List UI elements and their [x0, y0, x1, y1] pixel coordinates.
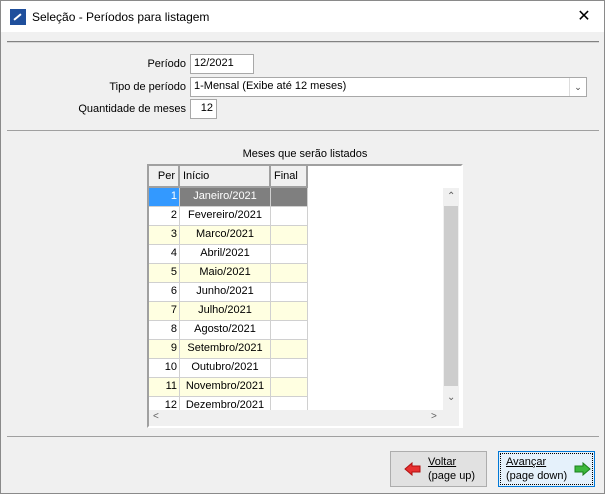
- cell-inicio[interactable]: Setembro/2021: [180, 340, 271, 359]
- cell-per[interactable]: 3: [149, 226, 180, 245]
- table-row[interactable]: 1 Janeiro/2021: [149, 188, 308, 207]
- column-header-final[interactable]: Final: [271, 166, 308, 188]
- cell-per[interactable]: 11: [149, 378, 180, 397]
- cell-inicio[interactable]: Julho/2021: [180, 302, 271, 321]
- vertical-scrollbar[interactable]: ⌃ ⌄: [443, 188, 459, 410]
- tipo-periodo-value: 1-Mensal (Exibe até 12 meses): [194, 80, 347, 92]
- quantidade-label: Quantidade de meses: [78, 103, 186, 115]
- cell-final[interactable]: [271, 359, 308, 378]
- table-row[interactable]: 11 Novembro/2021: [149, 378, 308, 397]
- cell-per[interactable]: 4: [149, 245, 180, 264]
- cell-per[interactable]: 6: [149, 283, 180, 302]
- app-icon: [10, 8, 26, 25]
- column-header-per[interactable]: Per: [149, 166, 180, 188]
- table-row[interactable]: 4 Abril/2021: [149, 245, 308, 264]
- periodo-input[interactable]: 12/2021: [190, 54, 254, 74]
- close-icon[interactable]: ✕: [574, 6, 594, 26]
- cell-per[interactable]: 7: [149, 302, 180, 321]
- voltar-label: Voltar: [428, 456, 457, 468]
- grid-title: Meses que serão listados: [242, 148, 368, 160]
- cell-inicio[interactable]: Marco/2021: [180, 226, 271, 245]
- cell-per[interactable]: 10: [149, 359, 180, 378]
- table-row[interactable]: 6 Junho/2021: [149, 283, 308, 302]
- periodo-label: Período: [147, 58, 186, 70]
- scroll-up-icon[interactable]: ⌃: [447, 191, 455, 202]
- cell-inicio[interactable]: Outubro/2021: [180, 359, 271, 378]
- cell-per[interactable]: 8: [149, 321, 180, 340]
- table-row[interactable]: 3 Marco/2021: [149, 226, 308, 245]
- table-row[interactable]: 10 Outubro/2021: [149, 359, 308, 378]
- title-bar: Seleção - Períodos para listagem ✕: [1, 1, 604, 32]
- table-row[interactable]: 5 Maio/2021: [149, 264, 308, 283]
- voltar-hint: (page up): [428, 470, 476, 482]
- cell-final[interactable]: [271, 302, 308, 321]
- cell-final[interactable]: [271, 188, 308, 207]
- cell-per[interactable]: 5: [149, 264, 180, 283]
- chevron-down-icon[interactable]: ⌄: [569, 78, 586, 96]
- cell-per[interactable]: 9: [149, 340, 180, 359]
- column-header-inicio[interactable]: Início: [180, 166, 271, 188]
- cell-per[interactable]: 1: [149, 188, 180, 207]
- avancar-hint: (page down): [506, 470, 568, 482]
- cell-inicio[interactable]: Junho/2021: [180, 283, 271, 302]
- cell-final[interactable]: [271, 245, 308, 264]
- table-row[interactable]: 2 Fevereiro/2021: [149, 207, 308, 226]
- table-row[interactable]: 7 Julho/2021: [149, 302, 308, 321]
- tipo-periodo-label: Tipo de período: [109, 81, 186, 93]
- cell-inicio[interactable]: Abril/2021: [180, 245, 271, 264]
- quantidade-input[interactable]: 12: [190, 99, 217, 119]
- cell-final[interactable]: [271, 340, 308, 359]
- cell-per[interactable]: 2: [149, 207, 180, 226]
- months-grid[interactable]: Per Início Final 1 Janeiro/2021 2 Fevereiro…: [147, 164, 463, 428]
- window-title: Seleção - Períodos para listagem: [32, 9, 210, 24]
- arrow-right-icon: [574, 462, 591, 476]
- horizontal-scrollbar[interactable]: < >: [149, 410, 459, 426]
- arrow-left-icon: [404, 462, 421, 476]
- cell-inicio[interactable]: Novembro/2021: [180, 378, 271, 397]
- cell-final[interactable]: [271, 378, 308, 397]
- cell-final[interactable]: [271, 264, 308, 283]
- avancar-label: Avançar: [506, 456, 547, 468]
- voltar-button[interactable]: Voltar (page up): [390, 451, 487, 487]
- cell-inicio[interactable]: Fevereiro/2021: [180, 207, 271, 226]
- table-row[interactable]: 8 Agosto/2021: [149, 321, 308, 340]
- cell-final[interactable]: [271, 283, 308, 302]
- cell-final[interactable]: [271, 321, 308, 340]
- table-row[interactable]: 9 Setembro/2021: [149, 340, 308, 359]
- avancar-button[interactable]: Avançar (page down): [498, 451, 595, 487]
- cell-final[interactable]: [271, 226, 308, 245]
- cell-inicio[interactable]: Maio/2021: [180, 264, 271, 283]
- scroll-down-icon[interactable]: ⌄: [447, 392, 455, 403]
- tipo-periodo-select[interactable]: 1-Mensal (Exibe até 12 meses) ⌄: [190, 77, 587, 97]
- scroll-thumb[interactable]: [444, 206, 458, 386]
- scroll-left-icon[interactable]: <: [153, 411, 159, 422]
- cell-inicio[interactable]: Janeiro/2021: [180, 188, 271, 207]
- scroll-right-icon[interactable]: >: [431, 411, 437, 422]
- cell-inicio[interactable]: Agosto/2021: [180, 321, 271, 340]
- cell-final[interactable]: [271, 207, 308, 226]
